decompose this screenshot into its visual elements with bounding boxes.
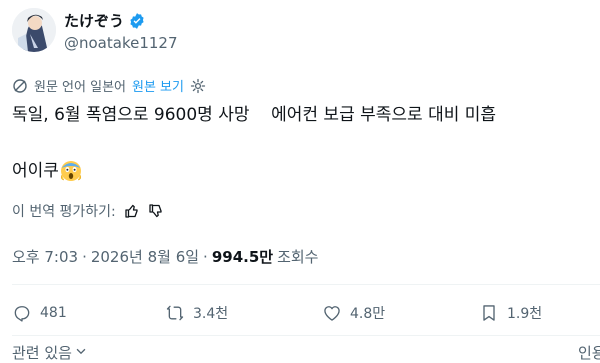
- avatar[interactable]: [12, 8, 56, 52]
- like-button[interactable]: 4.8만: [322, 303, 385, 323]
- like-count: 4.8만: [350, 306, 386, 322]
- translate-icon: [12, 78, 28, 94]
- bookmark-icon: [483, 305, 495, 321]
- views-count: 994.5만: [211, 248, 274, 266]
- retweet-icon: [166, 305, 184, 321]
- view-original-link[interactable]: 원본 보기: [132, 76, 184, 95]
- tweet-time[interactable]: 오후 7:03: [12, 246, 78, 267]
- tweet-text-line-1: 독일, 6월 폭염으로 9600명 사망 에어컨 보급 부족으로 대비 미흡: [12, 105, 497, 125]
- views-label: 조회수: [277, 248, 319, 266]
- divider: [12, 284, 600, 285]
- tweet-text-line-2-text: 어이쿠: [12, 161, 59, 181]
- author-handle[interactable]: @noatake1127: [64, 34, 178, 52]
- divider: [12, 335, 600, 336]
- thumbs-up-icon[interactable]: [124, 203, 140, 219]
- related-dropdown[interactable]: 관련 있음: [12, 342, 88, 363]
- author-display-name[interactable]: たけぞう: [64, 10, 124, 31]
- author-display-name-row[interactable]: たけぞう: [64, 10, 146, 31]
- thumbs-down-icon[interactable]: [148, 203, 164, 219]
- meta-separator: ·: [82, 247, 87, 266]
- popular-label[interactable]: 인용: [578, 342, 600, 363]
- reply-icon: [14, 306, 30, 322]
- retweet-count: 3.4천: [193, 306, 229, 322]
- reply-count: 481: [40, 305, 67, 321]
- screaming-face-emoji: [60, 160, 82, 182]
- retweet-button[interactable]: 3.4천: [165, 303, 228, 323]
- tweet-date[interactable]: 2026년 8월 6일: [91, 246, 199, 267]
- tweet-text-line-2: 어이쿠: [12, 160, 82, 182]
- chevron-down-icon: [74, 344, 88, 362]
- action-bar: 481 3.4천 4.8만 1.9천: [0, 300, 600, 328]
- translation-label: 원문 언어 일본어: [34, 80, 126, 95]
- bookmark-button[interactable]: 1.9천: [479, 303, 542, 323]
- tweet-meta: 오후 7:03 · 2026년 8월 6일 · 994.5만 조회수: [12, 246, 318, 267]
- bookmark-count: 1.9천: [507, 306, 543, 322]
- gear-icon[interactable]: [190, 78, 206, 94]
- rate-translation-label: 이 번역 평가하기:: [12, 204, 116, 220]
- avatar-illustration: [12, 8, 56, 52]
- translation-row: 원문 언어 일본어 원본 보기: [12, 76, 206, 95]
- rate-translation-row: 이 번역 평가하기:: [12, 201, 164, 221]
- heart-icon: [324, 306, 340, 321]
- related-label: 관련 있음: [12, 344, 72, 362]
- reply-button[interactable]: 481: [12, 303, 67, 323]
- meta-separator: ·: [203, 247, 208, 266]
- verified-badge-icon: [128, 12, 146, 30]
